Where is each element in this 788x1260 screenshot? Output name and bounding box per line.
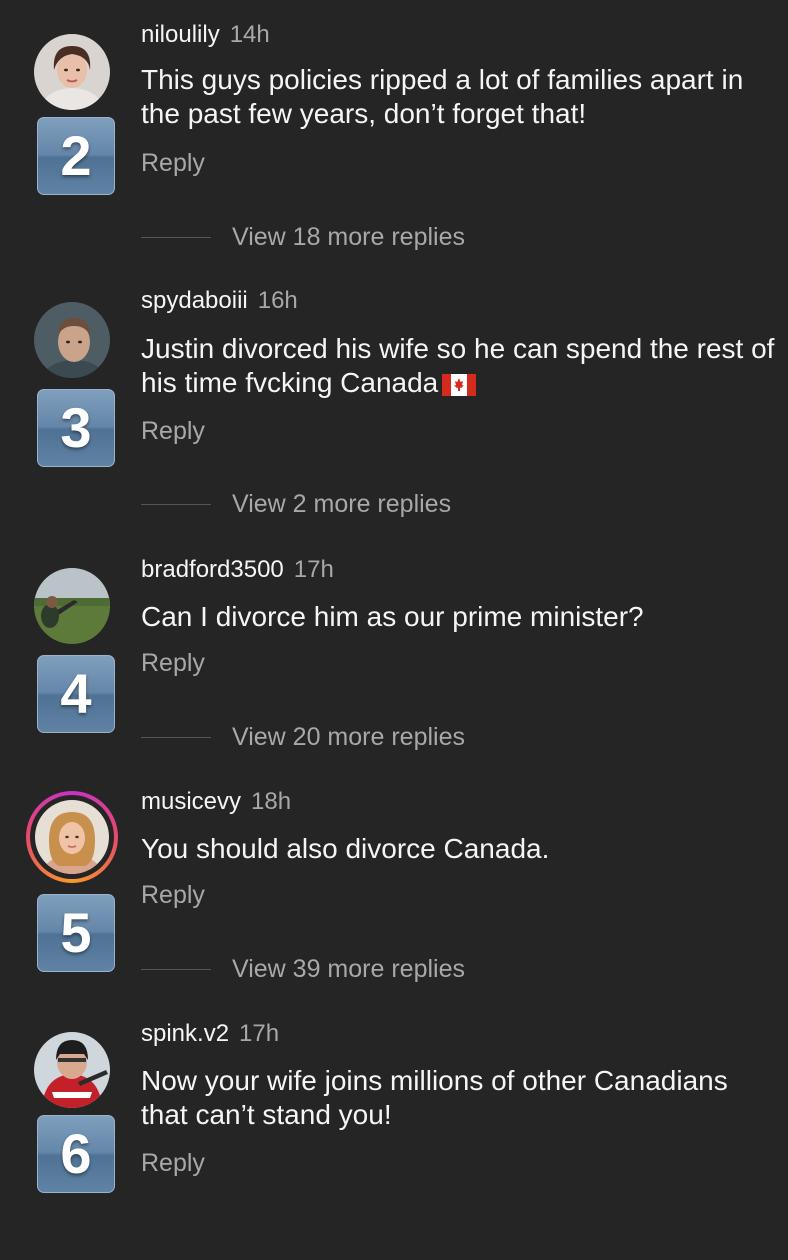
comment-text: Can I divorce him as our prime minister?: [141, 601, 644, 632]
avatar[interactable]: [34, 568, 110, 644]
timestamp: 16h: [257, 287, 298, 314]
avatar-photo: [34, 302, 110, 378]
reply-button[interactable]: Reply: [141, 880, 205, 910]
comment-meta: bradford3500 17h: [141, 555, 334, 585]
comment-text: This guys policies ripped a lot of famil…: [141, 64, 744, 129]
comment-text: Justin divorced his wife so he can spend…: [141, 332, 781, 404]
username[interactable]: spydaboiii: [141, 287, 248, 314]
divider-line: [141, 736, 211, 738]
divider-line: [141, 503, 211, 505]
divider-line: [141, 236, 211, 238]
timestamp: 17h: [293, 556, 334, 583]
comment-meta: spink.v2 17h: [141, 1019, 279, 1049]
avatar-photo: [35, 800, 109, 874]
view-more-replies-label: View 20 more replies: [232, 723, 465, 751]
rank-badge: 6: [37, 1115, 115, 1193]
username[interactable]: musicevy: [141, 788, 241, 815]
divider-line: [141, 968, 211, 970]
rank-badge: 5: [37, 894, 115, 972]
comment-meta: spydaboiii 16h: [141, 286, 298, 316]
canada-flag-icon: [442, 370, 477, 404]
avatar[interactable]: [34, 34, 110, 110]
comment-meta: musicevy 18h: [141, 787, 291, 817]
view-more-replies-label: View 2 more replies: [232, 490, 452, 518]
timestamp: 14h: [229, 21, 270, 48]
reply-button[interactable]: Reply: [141, 148, 205, 178]
rank-badge: 3: [37, 389, 115, 467]
reply-button[interactable]: Reply: [141, 1148, 205, 1178]
avatar-photo: [34, 568, 110, 644]
comment-item: 5 musicevy 18h You should also divorce Ca…: [0, 768, 788, 1028]
comment-item: 4 bradford3500 17h Can I divorce him as o…: [0, 536, 788, 796]
avatar-with-story-ring[interactable]: [26, 791, 118, 883]
username[interactable]: bradford3500: [141, 556, 284, 583]
view-more-replies-button[interactable]: View 20 more replies: [141, 722, 465, 752]
reply-button[interactable]: Reply: [141, 648, 205, 678]
avatar[interactable]: [34, 302, 110, 378]
rank-badge: 4: [37, 655, 115, 733]
comment-meta: niloulily 14h: [141, 20, 270, 50]
comment-item: 3 spydaboiii 16h Justin divorced his wife…: [0, 268, 788, 528]
username[interactable]: niloulily: [141, 21, 220, 48]
avatar-photo: [34, 1032, 110, 1108]
timestamp: 17h: [239, 1020, 280, 1047]
comment-text: Now your wife joins millions of other Ca…: [141, 1065, 728, 1130]
avatar-photo: [34, 34, 110, 110]
comment-item: 2 niloulily 14h This guys policies ripped…: [0, 0, 788, 260]
view-more-replies-button[interactable]: View 39 more replies: [141, 954, 465, 984]
reply-button[interactable]: Reply: [141, 416, 205, 446]
avatar[interactable]: [34, 1032, 110, 1108]
comment-item: 6 spink.v2 17h Now your wife joins millio…: [0, 1000, 788, 1260]
view-more-replies-button[interactable]: View 2 more replies: [141, 489, 451, 519]
username[interactable]: spink.v2: [141, 1020, 229, 1047]
view-more-replies-button[interactable]: View 18 more replies: [141, 222, 465, 252]
view-more-replies-label: View 18 more replies: [232, 223, 465, 251]
timestamp: 18h: [251, 788, 292, 815]
view-more-replies-label: View 39 more replies: [232, 955, 465, 983]
comment-text: You should also divorce Canada.: [141, 833, 550, 864]
rank-badge: 2: [37, 117, 115, 195]
